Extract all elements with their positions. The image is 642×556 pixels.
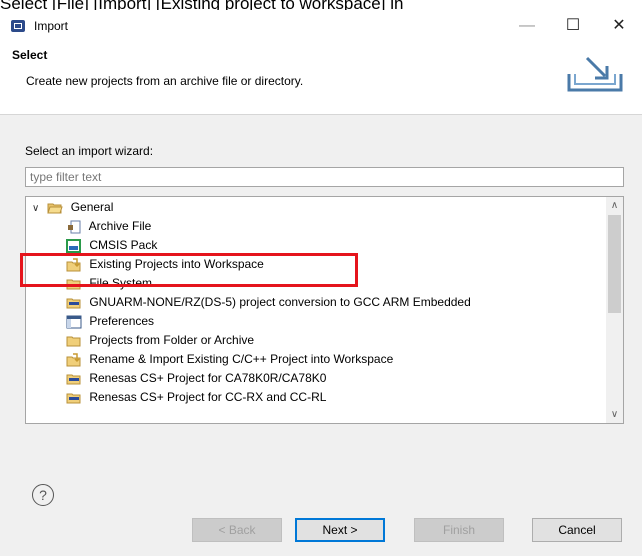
window-titlebar: Import — ☐ ✕	[0, 10, 642, 42]
next-button[interactable]: Next >	[295, 518, 385, 542]
tree-item-cmsis-pack[interactable]: CMSIS Pack	[66, 236, 157, 255]
maximize-button[interactable]: ☐	[550, 10, 596, 42]
back-button[interactable]: < Back	[192, 518, 282, 542]
tree-item-label: Renesas CS+ Project for CC-RX and CC-RL	[89, 390, 327, 404]
wizard-label: Select an import wizard:	[25, 144, 154, 158]
preferences-icon	[66, 315, 82, 329]
tree-item-projects-from-folder[interactable]: Projects from Folder or Archive	[66, 331, 254, 350]
tree-item-renesas-ccrx[interactable]: Renesas CS+ Project for CC-RX and CC-RL	[66, 388, 326, 407]
page-description: Create new projects from an archive file…	[26, 74, 304, 88]
tree-item-rename-import[interactable]: Rename & Import Existing C/C++ Project i…	[66, 350, 393, 369]
wizard-header: Select Create new projects from an archi…	[0, 42, 642, 115]
tree-item-preferences[interactable]: Preferences	[66, 312, 154, 331]
tree-item-renesas-ca78k0r[interactable]: Renesas CS+ Project for CA78K0R/CA78K0	[66, 369, 326, 388]
scroll-down-arrow[interactable]: ∨	[606, 406, 623, 423]
tree-item-label: File System	[89, 276, 153, 290]
tree-item-label: Archive File	[88, 219, 152, 233]
tree-scrollbar[interactable]: ∧ ∨	[606, 197, 623, 423]
tree-item-label: Existing Projects into Workspace	[89, 257, 264, 271]
scrollbar-thumb[interactable]	[608, 215, 621, 313]
project-folder-icon	[66, 391, 82, 405]
wizard-tree: ∨ General Archive File CMSIS Pack Existi…	[25, 196, 624, 424]
chevron-down-icon[interactable]: ∨	[32, 199, 44, 218]
close-button[interactable]: ✕	[596, 10, 642, 42]
finish-button[interactable]: Finish	[414, 518, 504, 542]
project-folder-icon	[66, 372, 82, 386]
cmsis-pack-icon	[66, 238, 82, 253]
wizard-content: Select an import wizard: ∨ General Archi…	[0, 115, 642, 468]
filter-input[interactable]	[25, 167, 624, 187]
page-title: Select	[12, 48, 48, 62]
tree-item-label: GNUARM-NONE/RZ(DS-5) project conversion …	[89, 295, 471, 309]
folder-icon	[66, 277, 82, 291]
project-folder-icon	[66, 296, 82, 310]
cancel-button[interactable]: Cancel	[532, 518, 622, 542]
minimize-button[interactable]: —	[504, 10, 550, 42]
tree-item-label: Projects from Folder or Archive	[89, 333, 255, 347]
folder-open-icon	[47, 201, 64, 215]
folder-icon	[66, 334, 82, 348]
archive-icon	[66, 220, 82, 234]
existing-projects-icon	[66, 258, 82, 272]
tree-item-label: Renesas CS+ Project for CA78K0R/CA78K0	[89, 371, 327, 385]
tree-item-general[interactable]: ∨ General	[32, 198, 113, 217]
tree-item-label: Preferences	[89, 314, 155, 328]
import-banner-icon	[565, 52, 625, 96]
eclipse-app-icon	[10, 19, 26, 33]
existing-projects-icon	[66, 353, 82, 367]
help-button[interactable]: ?	[32, 484, 54, 506]
tree-item-label: CMSIS Pack	[89, 238, 158, 252]
scroll-up-arrow[interactable]: ∧	[606, 197, 623, 214]
tree-item-gnuarm-conversion[interactable]: GNUARM-NONE/RZ(DS-5) project conversion …	[66, 293, 471, 312]
tree-item-existing-projects[interactable]: Existing Projects into Workspace	[66, 255, 264, 274]
tree-item-label: General	[70, 200, 114, 214]
window-title: Import	[34, 19, 69, 33]
tree-item-file-system[interactable]: File System	[66, 274, 152, 293]
tree-item-label: Rename & Import Existing C/C++ Project i…	[89, 352, 394, 366]
wizard-footer: ? < Back Next > Finish Cancel	[0, 468, 642, 556]
tree-item-archive-file[interactable]: Archive File	[66, 217, 151, 236]
